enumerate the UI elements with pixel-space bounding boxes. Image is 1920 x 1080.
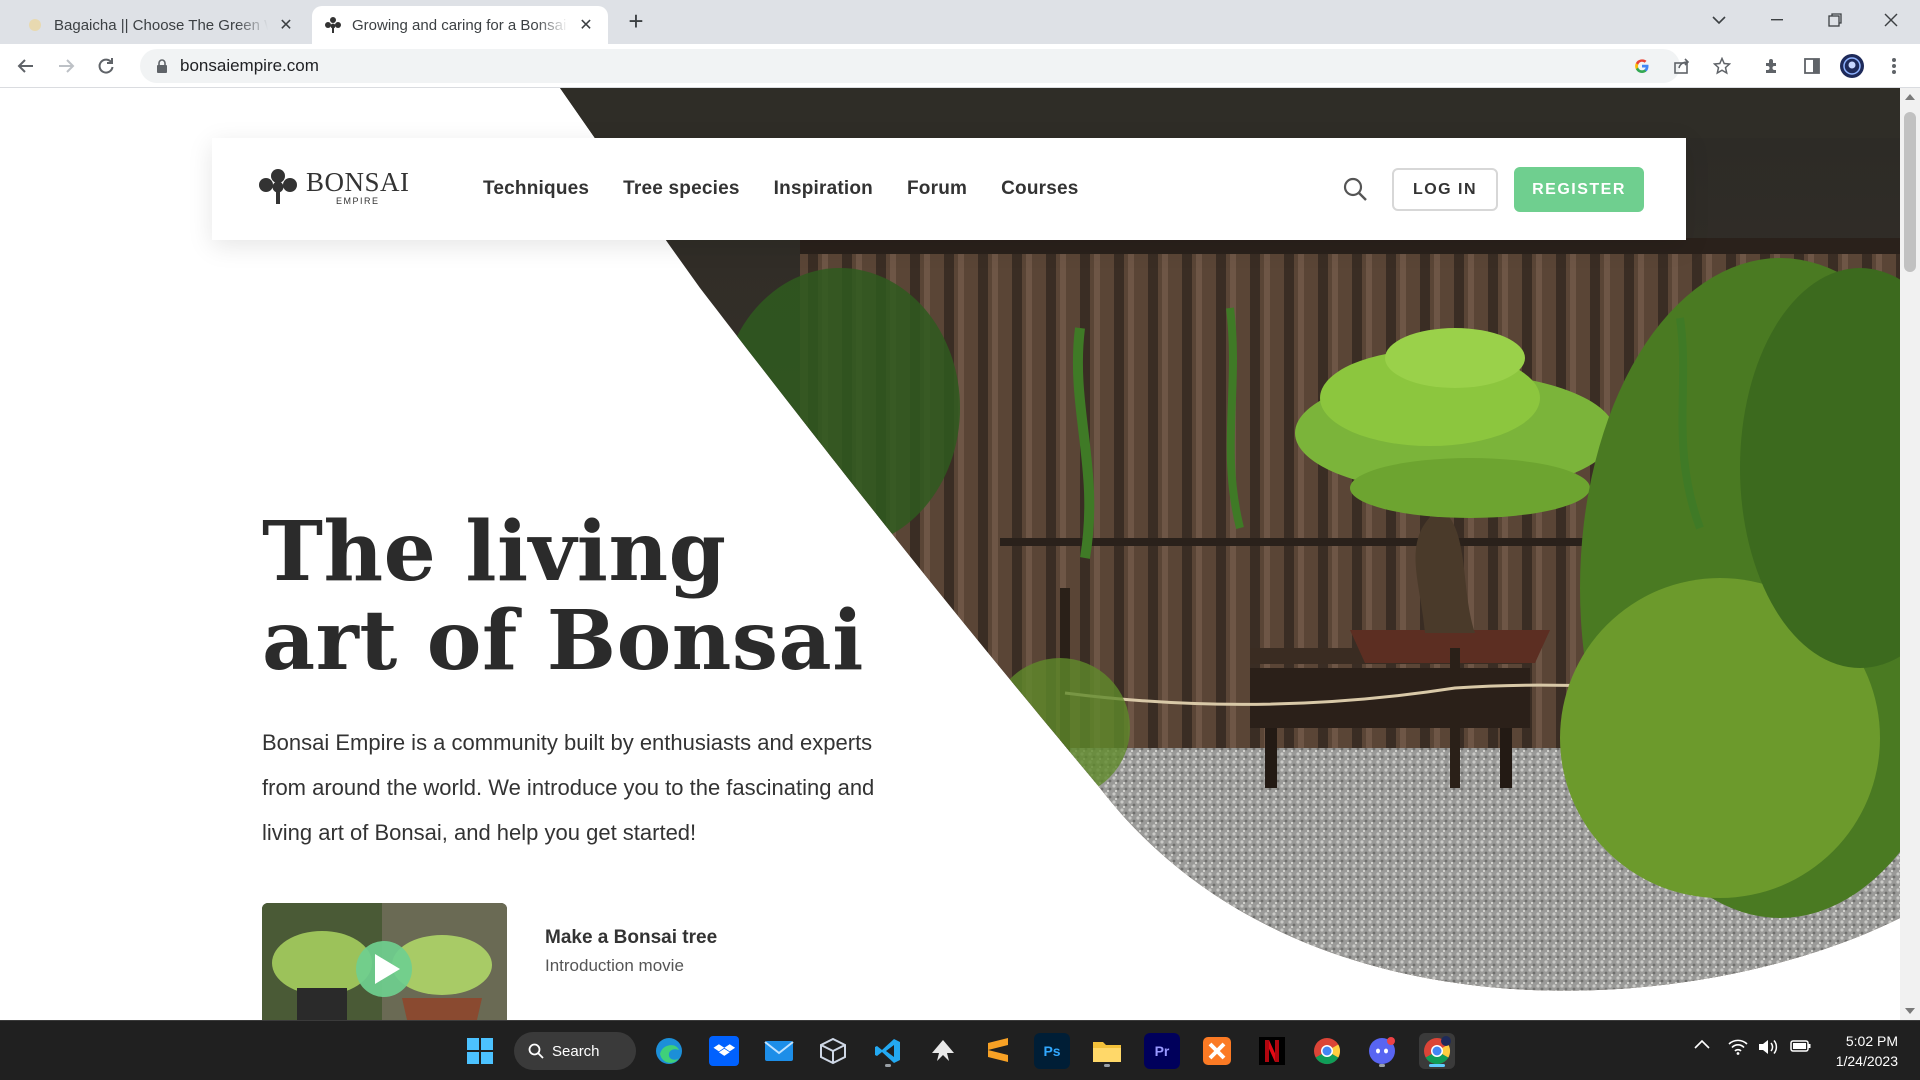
minimize-button[interactable]	[1748, 0, 1806, 40]
inkscape-icon[interactable]	[925, 1033, 961, 1069]
video-subtitle: Introduction movie	[545, 956, 684, 975]
register-button[interactable]: REGISTER	[1514, 167, 1644, 212]
page-scrollbar[interactable]	[1900, 88, 1920, 1020]
chrome-menu-icon[interactable]	[1878, 50, 1910, 82]
tab-close-icon[interactable]: ✕	[576, 15, 596, 35]
chrome-icon[interactable]	[1309, 1033, 1345, 1069]
menu-item-inspiration[interactable]: Inspiration	[774, 178, 873, 200]
bonsai-logo-icon	[259, 169, 297, 204]
bookmark-star-icon[interactable]	[1706, 50, 1738, 82]
bagaicha-favicon-icon	[26, 16, 44, 34]
close-window-button[interactable]	[1862, 0, 1920, 40]
taskbar-search-label: Search	[552, 1042, 600, 1060]
battery-icon[interactable]	[1790, 1039, 1812, 1053]
running-indicator	[1104, 1064, 1110, 1067]
site-navbar: BONSAI EMPIRE Techniques Tree species In…	[212, 138, 1686, 240]
back-icon[interactable]	[10, 50, 42, 82]
running-indicator	[885, 1064, 891, 1067]
vscode-icon[interactable]	[870, 1033, 906, 1069]
side-panel-icon[interactable]	[1796, 50, 1828, 82]
new-tab-button[interactable]: +	[622, 8, 650, 36]
video-thumbnail[interactable]	[262, 903, 507, 1020]
premiere-pro-icon[interactable]: Pr	[1144, 1033, 1180, 1069]
url-text: bonsaiempire.com	[180, 56, 319, 75]
bonsai-favicon-icon	[324, 16, 342, 34]
active-indicator	[1429, 1064, 1445, 1067]
taskbar-search[interactable]: Search	[514, 1032, 636, 1070]
profile-avatar[interactable]	[1836, 50, 1868, 82]
menu-item-forum[interactable]: Forum	[907, 178, 967, 200]
tab-bagaicha[interactable]: Bagaicha || Choose The Green Way ✕	[14, 6, 308, 44]
logo-subname: EMPIRE	[336, 195, 380, 206]
scrollbar-thumb[interactable]	[1904, 112, 1916, 272]
menu-item-tree-species[interactable]: Tree species	[623, 178, 739, 200]
edge-icon[interactable]	[651, 1033, 687, 1069]
share-icon[interactable]	[1666, 50, 1698, 82]
file-explorer-icon[interactable]	[1089, 1033, 1125, 1069]
hero-headline: The living art of Bonsai	[262, 508, 864, 686]
clock-date: 1/24/2023	[1835, 1053, 1898, 1069]
tab-search-icon[interactable]	[1690, 0, 1748, 40]
address-bar[interactable]: bonsaiempire.com	[140, 49, 1680, 83]
forward-icon[interactable]	[50, 50, 82, 82]
bonsai-empire-logo[interactable]: BONSAI EMPIRE	[258, 168, 410, 206]
video-title[interactable]: Make a Bonsai tree	[545, 927, 717, 949]
running-indicator	[1379, 1064, 1385, 1067]
logo-wordmark: BONSAI EMPIRE	[306, 166, 410, 206]
tab-title: Bagaicha || Choose The Green Way	[54, 16, 268, 34]
tab-title: Growing and caring for a Bonsai Tree	[352, 16, 568, 34]
scroll-down-icon[interactable]	[1905, 1008, 1915, 1014]
windows-start-icon[interactable]	[462, 1033, 498, 1069]
headline-line-2: art of Bonsai	[262, 593, 864, 689]
discord-icon[interactable]	[1364, 1033, 1400, 1069]
headline-line-1: The living	[262, 504, 727, 600]
web-page: BONSAI EMPIRE Techniques Tree species In…	[0, 88, 1900, 1020]
windows-taskbar: Search Ps Pr 5:02 PM 1/24/2023	[0, 1020, 1920, 1080]
clock-time: 5:02 PM	[1845, 1033, 1898, 1049]
tab-bonsai[interactable]: Growing and caring for a Bonsai Tree ✕	[312, 6, 608, 44]
search-icon[interactable]	[1342, 176, 1368, 202]
menu-item-techniques[interactable]: Techniques	[483, 178, 589, 200]
lock-icon[interactable]	[156, 59, 168, 73]
volume-icon[interactable]	[1758, 1039, 1778, 1055]
browser-toolbar: bonsaiempire.com	[0, 44, 1920, 88]
photoshop-icon[interactable]: Ps	[1034, 1033, 1070, 1069]
google-lens-icon[interactable]	[1626, 50, 1658, 82]
extensions-icon[interactable]	[1756, 50, 1788, 82]
scroll-up-icon[interactable]	[1905, 94, 1915, 100]
chrome-profile-icon[interactable]	[1419, 1033, 1455, 1069]
wifi-icon[interactable]	[1728, 1039, 1748, 1055]
netflix-icon[interactable]	[1254, 1033, 1290, 1069]
menu-item-courses[interactable]: Courses	[1001, 178, 1078, 200]
reload-icon[interactable]	[90, 50, 122, 82]
dropbox-icon[interactable]	[706, 1033, 742, 1069]
search-icon	[528, 1043, 544, 1059]
system-clock[interactable]: 5:02 PM 1/24/2023	[1818, 1031, 1898, 1071]
show-hidden-icons-icon[interactable]	[1694, 1039, 1710, 1049]
hero-description: Bonsai Empire is a community built by en…	[262, 730, 875, 845]
mail-icon[interactable]	[761, 1033, 797, 1069]
virtualbox-icon[interactable]	[815, 1033, 851, 1069]
login-button[interactable]: LOG IN	[1392, 168, 1498, 211]
main-menu: Techniques Tree species Inspiration Foru…	[483, 178, 1079, 200]
xampp-icon[interactable]	[1199, 1033, 1235, 1069]
tab-close-icon[interactable]: ✕	[276, 15, 296, 35]
logo-name: BONSAI	[306, 166, 410, 197]
browser-tab-strip: Bagaicha || Choose The Green Way ✕ Growi…	[0, 0, 1920, 44]
restore-button[interactable]	[1806, 0, 1864, 40]
sublime-text-icon[interactable]	[980, 1033, 1016, 1069]
